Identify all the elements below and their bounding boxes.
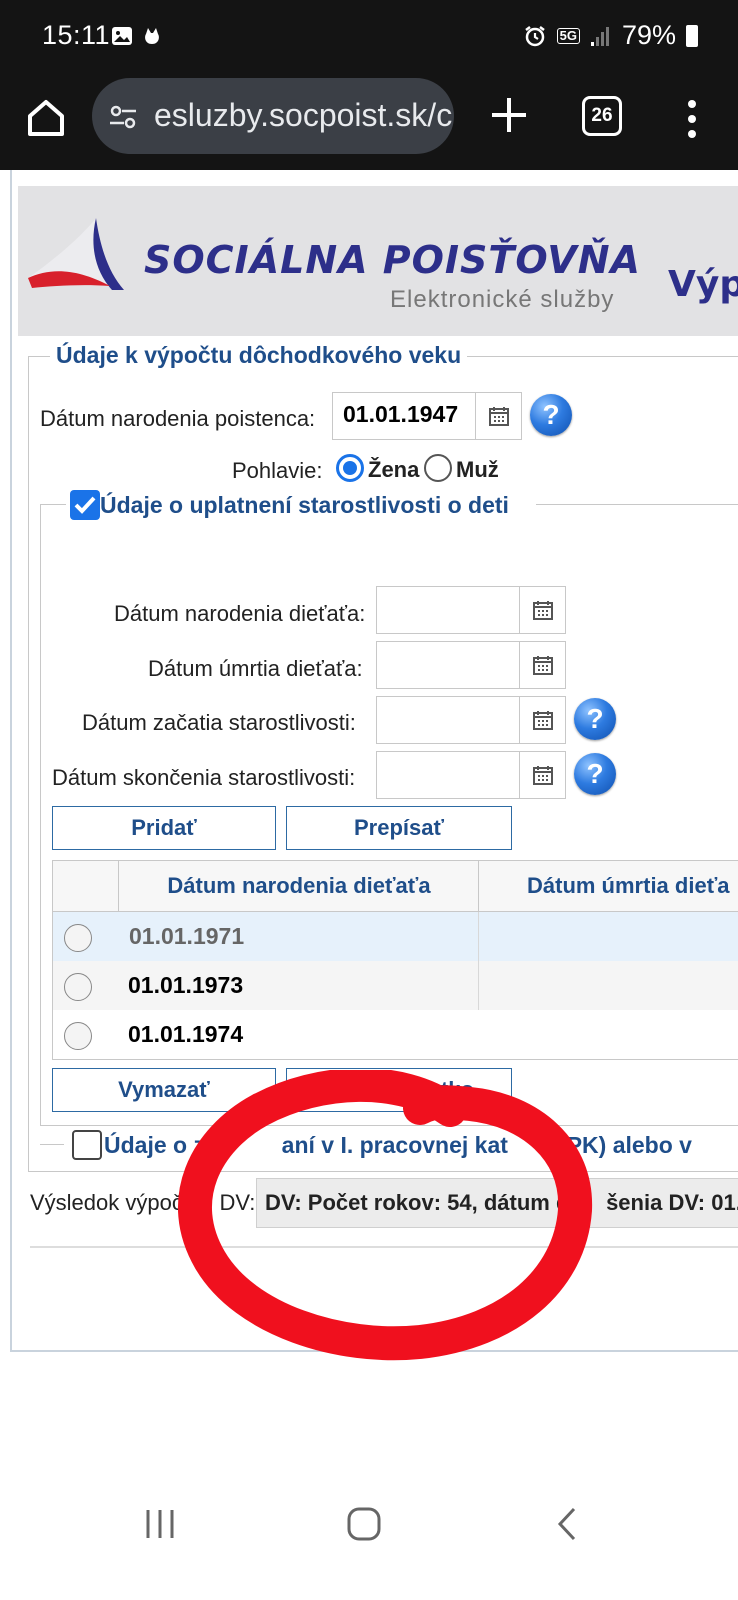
row-death-date [478, 912, 738, 961]
row-birth-date: 01.01.1973 [128, 972, 244, 998]
row-death-date [478, 1010, 738, 1059]
image-icon [112, 27, 132, 45]
more-menu-icon[interactable] [680, 94, 704, 144]
new-tab-icon[interactable] [484, 90, 534, 140]
row-death-date [478, 961, 738, 1010]
calendar-icon[interactable] [475, 393, 522, 439]
table-row[interactable]: 01.01.1974 [53, 1010, 738, 1059]
row-birth-date: 01.01.1971 [118, 912, 478, 961]
gender-radio-female[interactable] [336, 454, 364, 482]
table-row[interactable]: 01.01.1973 [53, 961, 738, 1010]
care-end-input[interactable] [376, 751, 566, 799]
back-icon[interactable] [548, 1504, 588, 1544]
url-text[interactable]: esluzby.socpoist.sk/c [154, 97, 452, 134]
row-radio[interactable] [64, 1022, 92, 1050]
section-title: Údaje k výpočtu dôchodkového veku [50, 342, 468, 369]
help-icon[interactable]: ? [574, 753, 616, 795]
home-nav-icon[interactable] [344, 1504, 384, 1544]
help-icon[interactable]: ? [530, 394, 572, 436]
overwrite-button[interactable]: Prepísať [286, 806, 512, 850]
calendar-icon[interactable] [519, 642, 566, 688]
row-radio[interactable] [64, 924, 92, 952]
birth-date-label: Dátum narodenia poistenca: [40, 406, 316, 431]
gender-option-female: Žena [368, 457, 420, 482]
page-title: Výpo [668, 264, 738, 305]
calendar-icon[interactable] [519, 697, 566, 743]
recent-apps-icon[interactable] [140, 1504, 180, 1544]
category-checkbox[interactable] [72, 1130, 102, 1160]
child-death-label: Dátum úmrtia dieťaťa: [148, 656, 363, 681]
column-header-death[interactable]: Dátum úmrtia dieťa [478, 861, 738, 911]
row-birth-date: 01.01.1974 [128, 1021, 244, 1047]
row-radio[interactable] [64, 973, 92, 1001]
care-end-label: Dátum skončenia starostlivosti: [52, 765, 356, 790]
android-nav-bar [0, 1460, 738, 1600]
child-birth-input[interactable] [376, 586, 566, 634]
logo-title: SOCIÁLNA POISŤOVŇA [144, 238, 641, 282]
battery-percent: 79% [621, 20, 676, 50]
home-icon[interactable] [22, 94, 70, 142]
table-row[interactable]: 01.01.1971 [53, 912, 738, 961]
battery-icon [686, 24, 698, 47]
logo-mark-icon [28, 218, 124, 290]
network-5g-icon: 5G [556, 27, 580, 44]
cat-icon [145, 28, 159, 44]
help-icon[interactable]: ? [574, 698, 616, 740]
gender-radio-male[interactable] [424, 454, 452, 482]
tab-switcher-button[interactable]: 26 [582, 96, 622, 136]
status-bar: 15:11 5G 79% [0, 0, 738, 72]
logo-subtitle: Elektronické služby [390, 286, 615, 313]
status-right: 5G 79% [523, 20, 698, 51]
gender-label: Pohlavie: [232, 458, 323, 483]
gender-option-male: Muž [456, 457, 499, 482]
care-start-input[interactable] [376, 696, 566, 744]
care-start-label: Dátum začatia starostlivosti: [82, 710, 356, 735]
browser-toolbar: esluzby.socpoist.sk/c 26 [0, 72, 738, 170]
status-time: 15:11 [42, 20, 111, 50]
add-button[interactable]: Pridať [52, 806, 276, 850]
birth-date-input[interactable]: 01.01.1947 [332, 392, 522, 440]
annotation-circle [178, 1070, 593, 1361]
site-header: SOCIÁLNA POISŤOVŇA Elektronické služby V… [18, 186, 738, 336]
web-page: SOCIÁLNA POISŤOVŇA Elektronické služby V… [0, 170, 738, 1530]
birth-date-value[interactable]: 01.01.1947 [343, 401, 458, 428]
child-birth-label: Dátum narodenia dieťaťa: [114, 601, 366, 626]
children-section-title: Údaje o uplatnení starostlivosti o deti [100, 492, 509, 519]
url-bar[interactable]: esluzby.socpoist.sk/c [92, 78, 454, 154]
children-checkbox[interactable] [70, 490, 100, 520]
children-table: Dátum narodenia dieťaťa Dátum úmrtia die… [52, 860, 738, 1060]
child-death-input[interactable] [376, 641, 566, 689]
category-legend-line [40, 1144, 64, 1145]
table-header: Dátum narodenia dieťaťa Dátum úmrtia die… [53, 861, 738, 912]
signal-icon [590, 26, 609, 46]
calendar-icon[interactable] [519, 752, 566, 798]
calendar-icon[interactable] [519, 587, 566, 633]
alarm-icon [524, 25, 545, 46]
column-header-birth[interactable]: Dátum narodenia dieťaťa [118, 861, 479, 911]
site-settings-icon[interactable] [108, 102, 138, 132]
